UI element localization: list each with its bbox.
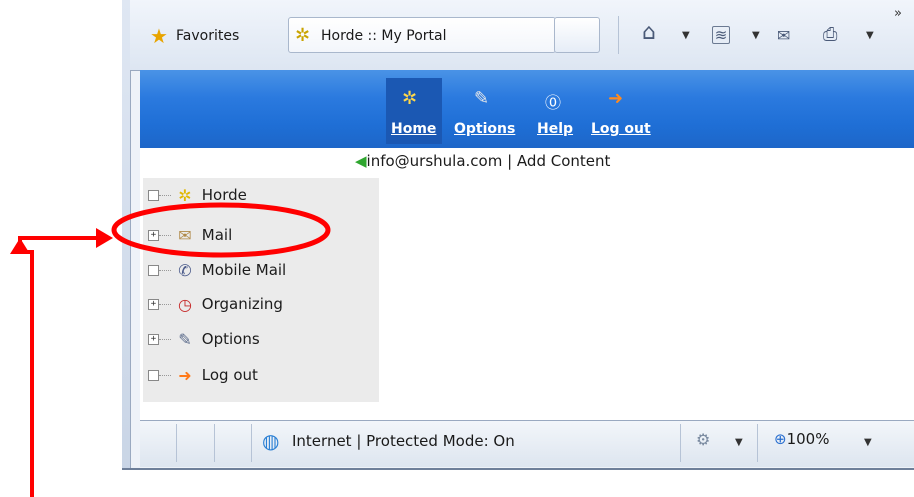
annotation-line bbox=[18, 236, 100, 252]
annotation-overlay bbox=[10, 202, 331, 497]
arrow-head-right bbox=[96, 228, 113, 248]
highlight-ellipse bbox=[111, 202, 331, 258]
arrow-head-up bbox=[10, 238, 30, 254]
annotation-line bbox=[24, 250, 34, 497]
